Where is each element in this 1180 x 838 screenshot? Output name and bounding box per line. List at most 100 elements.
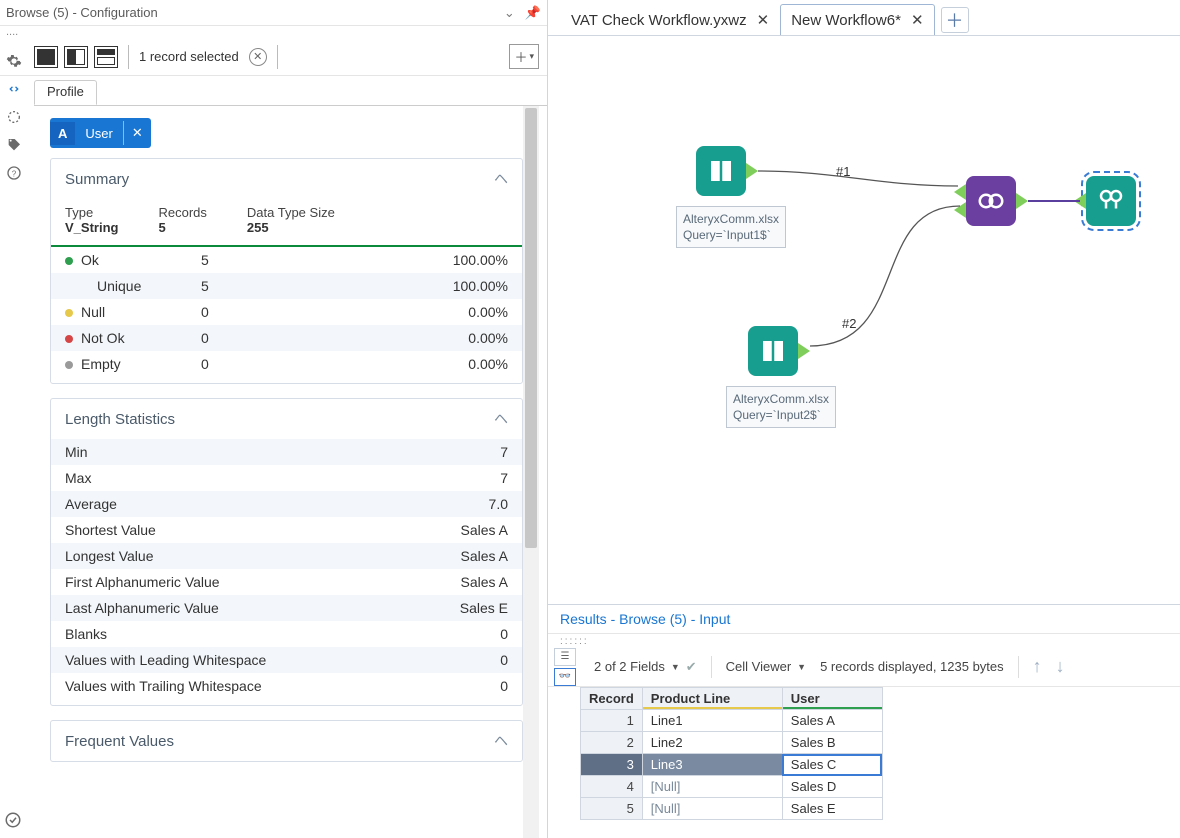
svg-text:?: ? bbox=[12, 169, 17, 178]
table-row[interactable]: 5[Null]Sales E bbox=[581, 798, 883, 820]
arrow-up-icon[interactable]: ↑ bbox=[1033, 656, 1042, 677]
frequent-values-card: Frequent Values ヘ bbox=[50, 720, 523, 762]
len-row: Values with Trailing Whitespace0 bbox=[51, 673, 522, 699]
records-label: Records bbox=[158, 205, 206, 220]
separator bbox=[1018, 656, 1019, 678]
connection-1 bbox=[758, 156, 968, 196]
table-row[interactable]: 1Line1Sales A bbox=[581, 710, 883, 732]
grip-icon[interactable]: :::::: bbox=[548, 634, 1180, 647]
conn-label-1: #1 bbox=[836, 164, 850, 179]
layout-split-h-button[interactable] bbox=[94, 46, 118, 68]
frequent-heading: Frequent Values bbox=[65, 733, 174, 750]
len-row: Average7.0 bbox=[51, 491, 522, 517]
close-icon[interactable]: ✕ bbox=[757, 11, 770, 29]
layout-split-v-button[interactable] bbox=[64, 46, 88, 68]
help-icon[interactable]: ? bbox=[5, 164, 23, 182]
size-value: 255 bbox=[247, 220, 335, 235]
results-view-grid-icon[interactable]: ☰ bbox=[554, 648, 576, 666]
config-titlebar: Browse (5) - Configuration ⌄ 📌 bbox=[0, 0, 547, 26]
stat-row-notok: Not Ok00.00% bbox=[51, 325, 522, 351]
chevron-up-icon: ヘ bbox=[494, 169, 508, 189]
len-row: Last Alphanumeric ValueSales E bbox=[51, 595, 522, 621]
table-row-selected[interactable]: 3Line3Sales C bbox=[581, 754, 883, 776]
len-row: Min7 bbox=[51, 439, 522, 465]
input2-label: AlteryxComm.xlsx Query=`Input2$` bbox=[726, 386, 836, 428]
tab-label: VAT Check Workflow.yxwz bbox=[571, 12, 747, 29]
frequent-header[interactable]: Frequent Values ヘ bbox=[51, 721, 522, 761]
tab-profile-label: Profile bbox=[47, 84, 84, 99]
workflow-canvas[interactable]: AlteryxComm.xlsx Query=`Input1$` Alteryx… bbox=[548, 36, 1180, 604]
ellipsis: .... bbox=[0, 26, 547, 38]
col-user[interactable]: User bbox=[782, 688, 882, 710]
check-icon: ✔ bbox=[686, 659, 697, 675]
results-table-wrap: Record Product Line User 1Line1Sales A 2… bbox=[548, 687, 1180, 838]
chevron-up-icon: ヘ bbox=[494, 731, 508, 751]
separator bbox=[711, 656, 712, 678]
scrollbar[interactable] bbox=[523, 106, 539, 838]
check-icon[interactable] bbox=[4, 811, 22, 832]
anchor-out-icon[interactable] bbox=[1016, 193, 1028, 209]
tab-label: New Workflow6* bbox=[791, 12, 901, 29]
dot-icon bbox=[65, 309, 73, 317]
field-type-icon: A bbox=[50, 122, 75, 145]
scrollbar-thumb[interactable] bbox=[525, 108, 537, 548]
field-remove-button[interactable]: ✕ bbox=[123, 121, 151, 145]
add-tab-button[interactable]: ＋ bbox=[941, 7, 969, 33]
stat-row-empty: Empty00.00% bbox=[51, 351, 522, 377]
add-panel-button[interactable]: ＋▾ bbox=[509, 44, 539, 69]
len-row: Longest ValueSales A bbox=[51, 543, 522, 569]
browse-tool[interactable] bbox=[1086, 176, 1136, 226]
stat-row-null: Null00.00% bbox=[51, 299, 522, 325]
len-row: Values with Leading Whitespace0 bbox=[51, 647, 522, 673]
summary-heading: Summary bbox=[65, 171, 129, 188]
anchor-in-icon[interactable] bbox=[954, 184, 966, 200]
tab-vat-workflow[interactable]: VAT Check Workflow.yxwz ✕ bbox=[560, 4, 780, 35]
left-iconbar: ? bbox=[0, 48, 28, 182]
fields-selector[interactable]: 2 of 2 Fields▼✔ bbox=[594, 659, 697, 675]
len-row: Max7 bbox=[51, 465, 522, 491]
layout-single-button[interactable] bbox=[34, 46, 58, 68]
arrow-down-icon[interactable]: ↓ bbox=[1056, 656, 1065, 677]
summary-card: Summary ヘ TypeV_String Records5 Data Typ… bbox=[50, 158, 523, 384]
close-icon[interactable]: ✕ bbox=[911, 11, 924, 29]
connection-2 bbox=[810, 196, 970, 356]
target-icon[interactable] bbox=[5, 108, 23, 126]
anchor-out-icon[interactable] bbox=[798, 343, 810, 359]
dot-icon bbox=[65, 257, 73, 265]
results-toolbar: ☰ 👓 2 of 2 Fields▼✔ Cell Viewer▼ 5 recor… bbox=[548, 647, 1180, 687]
tag-icon[interactable] bbox=[5, 136, 23, 154]
input1-label: AlteryxComm.xlsx Query=`Input1$` bbox=[676, 206, 786, 248]
cell-viewer-selector[interactable]: Cell Viewer▼ bbox=[726, 659, 806, 674]
dot-icon bbox=[65, 335, 73, 343]
col-product-line[interactable]: Product Line bbox=[642, 688, 782, 710]
length-header[interactable]: Length Statistics ヘ bbox=[51, 399, 522, 439]
results-panel: Results - Browse (5) - Input :::::: ☰ 👓 … bbox=[548, 604, 1180, 838]
field-name-label: User bbox=[75, 122, 122, 145]
gear-icon[interactable] bbox=[5, 52, 23, 70]
anchor-out-icon[interactable] bbox=[746, 163, 758, 179]
stat-row-unique: Unique5100.00% bbox=[51, 273, 522, 299]
results-view-browse-icon[interactable]: 👓 bbox=[554, 668, 576, 686]
separator bbox=[277, 45, 278, 69]
input-tool-1[interactable] bbox=[696, 146, 746, 196]
anchor-in-icon[interactable] bbox=[1074, 193, 1086, 209]
clear-selection-button[interactable]: ✕ bbox=[249, 48, 267, 66]
col-record[interactable]: Record bbox=[581, 688, 643, 710]
input-tool-2[interactable] bbox=[748, 326, 798, 376]
stat-row-ok: Ok5100.00% bbox=[51, 247, 522, 273]
tab-profile[interactable]: Profile bbox=[34, 80, 97, 105]
summary-header[interactable]: Summary ヘ bbox=[51, 159, 522, 199]
field-chip[interactable]: A User ✕ bbox=[50, 118, 151, 148]
table-row[interactable]: 4[Null]Sales D bbox=[581, 776, 883, 798]
anchor-in-icon[interactable] bbox=[954, 202, 966, 218]
config-toolbar: 1 record selected ✕ ＋▾ bbox=[0, 38, 547, 76]
collapse-icon[interactable]: ⌄ bbox=[504, 5, 515, 21]
join-tool[interactable] bbox=[966, 176, 1016, 226]
tab-new-workflow[interactable]: New Workflow6* ✕ bbox=[780, 4, 934, 35]
table-row[interactable]: 2Line2Sales B bbox=[581, 732, 883, 754]
code-icon[interactable] bbox=[5, 80, 23, 98]
type-label: Type bbox=[65, 205, 118, 220]
len-row: Shortest ValueSales A bbox=[51, 517, 522, 543]
pin-icon[interactable]: 📌 bbox=[525, 5, 541, 21]
profile-body: A User ✕ Summary ヘ TypeV_String Records5… bbox=[34, 106, 539, 838]
